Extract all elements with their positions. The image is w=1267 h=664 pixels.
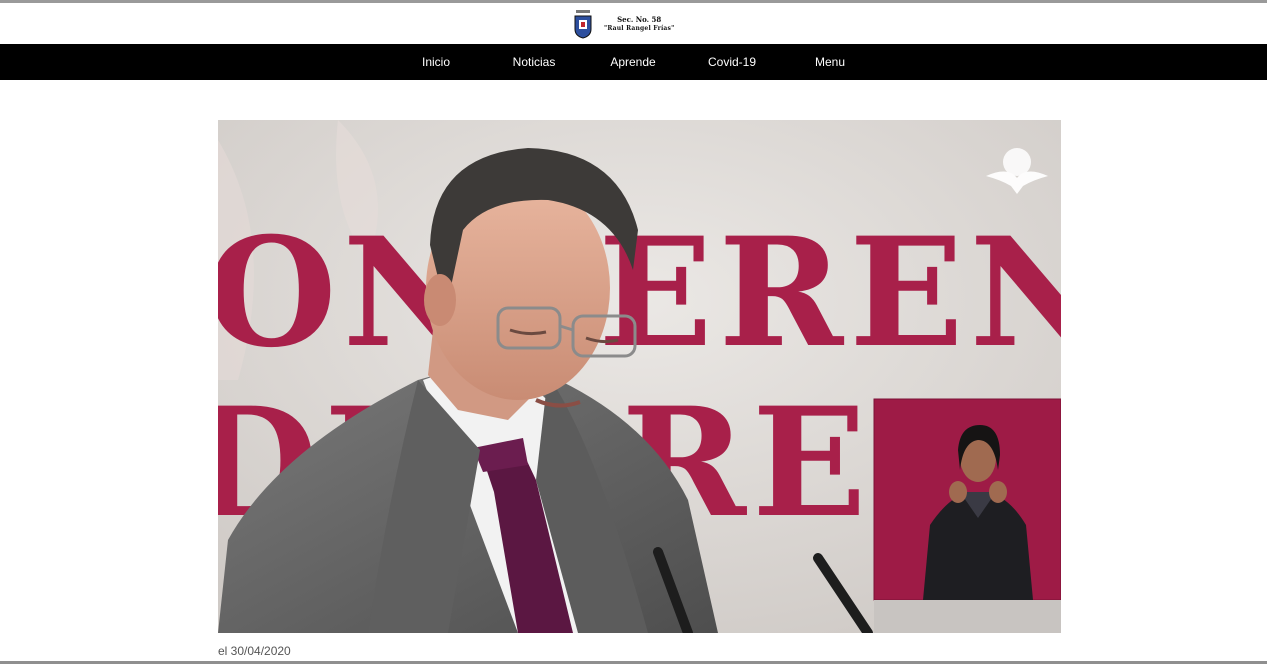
- sign-language-inset: [873, 398, 1061, 601]
- nav-item-aprende[interactable]: Aprende: [603, 44, 663, 80]
- featured-video[interactable]: ONFERENCIA DE PRENSA: [218, 120, 1061, 633]
- logo-line-2: "Raul Rangel Frías": [604, 25, 675, 32]
- site-logo[interactable]: Sec. No. 58 "Raul Rangel Frías": [570, 7, 690, 41]
- nav-item-inicio[interactable]: Inicio: [410, 44, 462, 80]
- nav-item-covid[interactable]: Covid-19: [700, 44, 764, 80]
- nav-item-menu[interactable]: Menu: [805, 44, 855, 80]
- site-header: Sec. No. 58 "Raul Rangel Frías": [0, 3, 1267, 44]
- school-seal-icon: [570, 9, 596, 39]
- nav-item-noticias[interactable]: Noticias: [505, 44, 563, 80]
- video-frame: ONFERENCIA DE PRENSA: [218, 120, 1061, 633]
- backdrop-text-top: ONFERENCIA: [218, 205, 1061, 381]
- logo-line-1: Sec. No. 58: [617, 15, 662, 24]
- main-navbar: Inicio Noticias Aprende Covid-19 Menu: [0, 44, 1267, 80]
- post-date: el 30/04/2020: [218, 644, 291, 658]
